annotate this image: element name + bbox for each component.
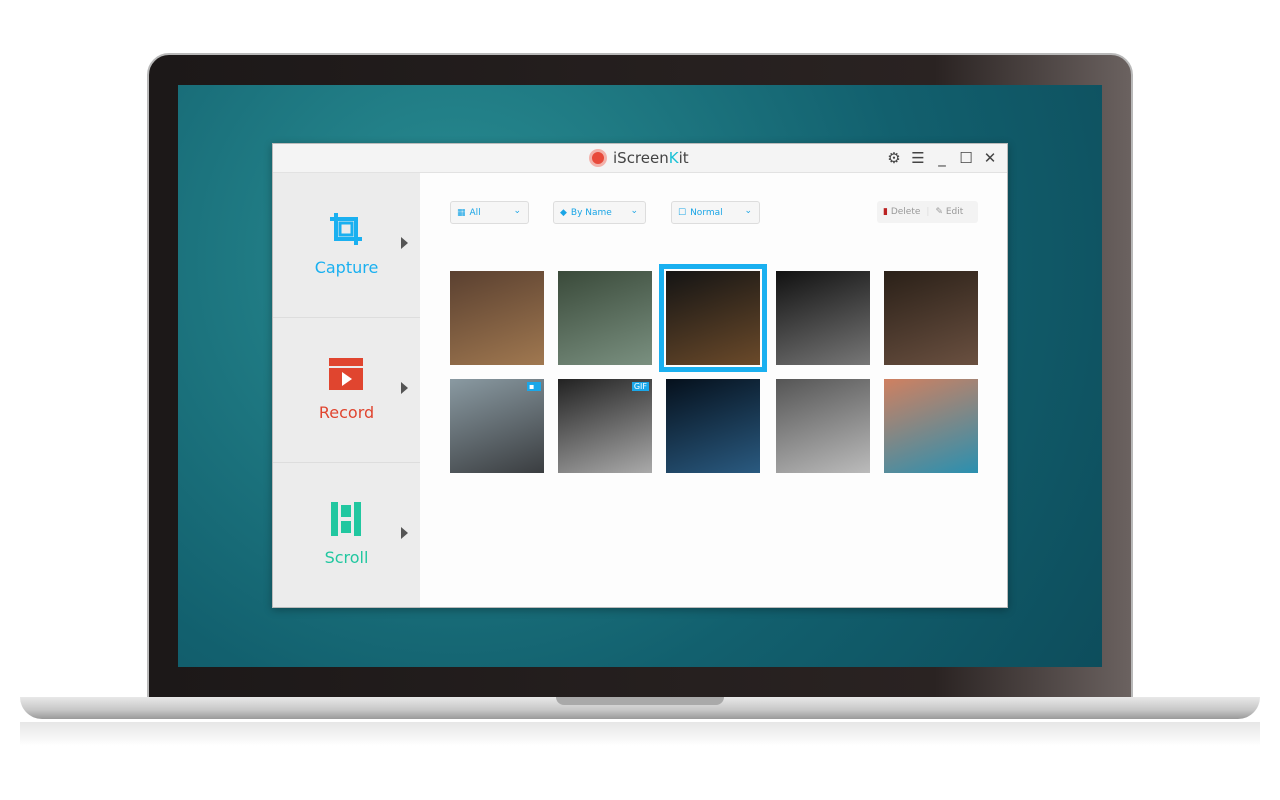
video-badge: ▪ [527, 382, 541, 391]
chevron-down-icon: ⌄ [513, 206, 521, 216]
title-suffix: it [678, 149, 689, 167]
filter-dropdown[interactable]: ▦ All ⌄ [450, 201, 529, 224]
sidebar: Capture Record Scroll [273, 173, 420, 607]
minimize-icon[interactable]: _ [935, 149, 949, 167]
maximize-icon[interactable]: ☐ [959, 149, 973, 167]
sort-value: By Name [570, 207, 612, 218]
clapperboard-play-icon [329, 358, 363, 390]
close-icon[interactable]: ✕ [983, 149, 997, 167]
sidebar-item-capture[interactable]: Capture [273, 173, 420, 318]
sidebar-item-scroll[interactable]: Scroll [273, 463, 420, 608]
gallery-thumbnail[interactable] [884, 379, 978, 473]
app-logo-icon [589, 149, 607, 167]
filter-value: All [469, 207, 481, 218]
sidebar-item-record[interactable]: Record [273, 318, 420, 463]
chevron-right-icon[interactable] [401, 382, 408, 394]
chevron-down-icon: ⌄ [630, 206, 638, 216]
gallery-thumbnail[interactable]: ▪ [450, 379, 544, 473]
edit-button[interactable]: ✎ Edit [935, 207, 963, 217]
gallery-thumbnail[interactable] [776, 379, 870, 473]
gallery-thumbnail[interactable] [666, 379, 760, 473]
chevron-right-icon[interactable] [401, 237, 408, 249]
sort-dropdown[interactable]: ◆ By Name ⌄ [553, 201, 646, 224]
delete-label: Delete [890, 207, 921, 217]
title-bar: iScreenKit ⚙ ☰ _ ☐ ✕ [273, 144, 1007, 173]
chevron-right-icon[interactable] [401, 527, 408, 539]
mode-value: Normal [690, 207, 723, 218]
square-icon: ☐ [678, 207, 687, 218]
scroll-label: Scroll [324, 548, 369, 567]
edit-icon: ✎ [935, 207, 943, 217]
record-label: Record [318, 403, 375, 422]
gallery-thumbnail[interactable] [450, 271, 544, 365]
capture-label: Capture [314, 258, 379, 277]
gallery-thumbnail[interactable] [659, 264, 767, 372]
trash-icon: ▮ [883, 207, 888, 217]
menu-icon[interactable]: ☰ [911, 149, 925, 167]
tag-icon: ◆ [560, 207, 567, 218]
title-text: iScreen [613, 149, 669, 167]
gallery-thumbnail[interactable]: GIF [558, 379, 652, 473]
action-bar: ▮ Delete | ✎ Edit [877, 201, 978, 223]
app-window: iScreenKit ⚙ ☰ _ ☐ ✕ Capture Record Scro… [272, 143, 1008, 608]
gallery-thumbnail[interactable] [776, 271, 870, 365]
divider: | [926, 207, 930, 217]
app-title: iScreenKit [589, 149, 689, 167]
grid-icon: ▦ [457, 207, 466, 218]
laptop-notch [556, 697, 724, 705]
laptop-reflection [20, 722, 1260, 746]
crop-icon [330, 213, 362, 245]
delete-button[interactable]: ▮ Delete [883, 207, 920, 217]
chevron-down-icon: ⌄ [744, 206, 752, 216]
gallery-thumbnail[interactable] [884, 271, 978, 365]
edit-label: Edit [945, 207, 964, 217]
gear-icon[interactable]: ⚙ [887, 149, 901, 167]
gif-badge: GIF [631, 382, 649, 391]
mode-dropdown[interactable]: ☐ Normal ⌄ [671, 201, 760, 224]
scroll-icon [331, 502, 361, 536]
gallery-panel: ▦ All ⌄ ◆ By Name ⌄ ☐ Normal ⌄ ▮ Delete | ✎ Ed… [420, 173, 1007, 607]
gallery-thumbnail[interactable] [558, 271, 652, 365]
title-k: K [668, 149, 679, 167]
